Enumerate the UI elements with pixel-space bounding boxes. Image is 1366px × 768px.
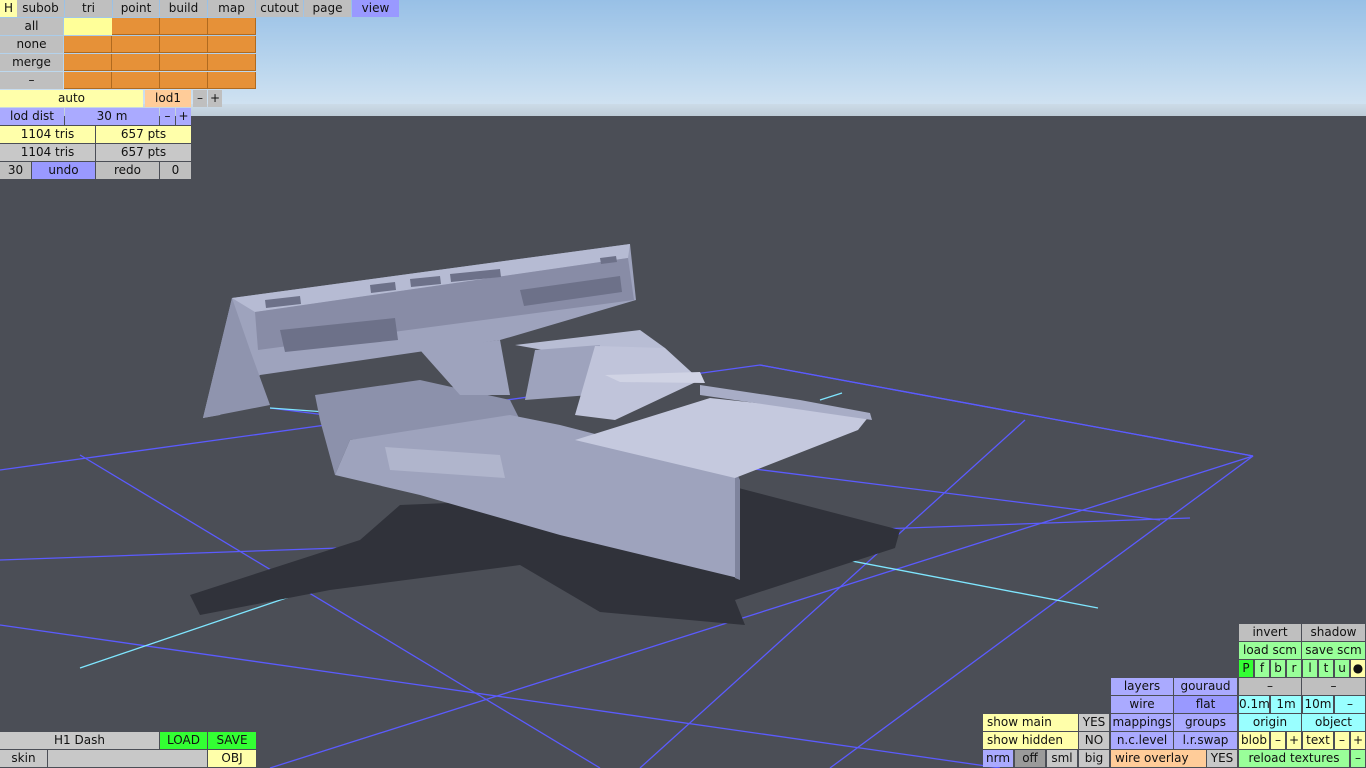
view-back-button[interactable]: b xyxy=(1271,660,1285,677)
view-under-button[interactable]: u xyxy=(1335,660,1349,677)
tab-cutout[interactable]: cutout xyxy=(256,0,303,17)
invert-button[interactable]: invert xyxy=(1239,624,1301,641)
object-button[interactable]: object xyxy=(1302,714,1365,731)
lod-dist-plus-button[interactable]: + xyxy=(176,108,191,125)
nc-level-button[interactable]: n.c.level xyxy=(1111,732,1173,749)
lod-minus-button[interactable]: – xyxy=(193,90,207,107)
tab-subob[interactable]: subob xyxy=(17,0,64,17)
subob-slot[interactable] xyxy=(112,54,160,71)
redo-button[interactable]: redo xyxy=(96,162,159,179)
lod-plus-button[interactable]: + xyxy=(208,90,222,107)
grid-minus-button[interactable]: – xyxy=(1335,696,1365,713)
point-count: 657 pts xyxy=(96,126,191,143)
groups-button[interactable]: groups xyxy=(1174,714,1237,731)
load-button[interactable]: LOAD xyxy=(160,732,207,749)
origin-button[interactable]: origin xyxy=(1239,714,1301,731)
normals-big-button[interactable]: big xyxy=(1079,750,1109,767)
text-plus-button[interactable]: + xyxy=(1351,732,1365,749)
tab-page[interactable]: page xyxy=(304,0,351,17)
show-main-toggle[interactable]: show main xyxy=(983,714,1078,731)
blob-minus-button[interactable]: – xyxy=(1271,732,1285,749)
normals-off-button[interactable]: off xyxy=(1015,750,1045,767)
subob-slot[interactable] xyxy=(208,72,256,89)
wire-overlay-value: YES xyxy=(1207,750,1237,767)
normals-small-button[interactable]: sml xyxy=(1047,750,1077,767)
show-main-value: YES xyxy=(1079,714,1109,731)
subob-slot[interactable] xyxy=(160,54,208,71)
wire-button[interactable]: wire xyxy=(1111,696,1173,713)
save-scm-button[interactable]: save scm xyxy=(1302,642,1365,659)
subob-slot[interactable] xyxy=(112,72,160,89)
skin-field[interactable] xyxy=(48,750,207,767)
show-hidden-toggle[interactable]: show hidden xyxy=(983,732,1078,749)
subob-slot[interactable] xyxy=(112,36,160,53)
view-right-button[interactable]: r xyxy=(1287,660,1301,677)
minus-button-left[interactable]: – xyxy=(1239,678,1301,695)
wire-overlay-toggle[interactable]: wire overlay xyxy=(1111,750,1206,767)
view-perspective-button[interactable]: P xyxy=(1239,660,1253,677)
file-name-field[interactable]: H1 Dash xyxy=(0,732,159,749)
minus-button[interactable]: – xyxy=(0,72,63,89)
gouraud-button[interactable]: gouraud xyxy=(1174,678,1237,695)
layers-button[interactable]: layers xyxy=(1111,678,1173,695)
subob-slot[interactable] xyxy=(160,18,208,35)
subob-slot[interactable] xyxy=(64,72,112,89)
blob-plus-button[interactable]: + xyxy=(1287,732,1301,749)
tab-tri[interactable]: tri xyxy=(65,0,112,17)
subob-slot[interactable] xyxy=(64,54,112,71)
shadow-button[interactable]: shadow xyxy=(1302,624,1365,641)
lod-level-button[interactable]: lod1 xyxy=(145,90,191,107)
lod-dist-label: lod dist xyxy=(0,108,64,125)
lod-dist-value[interactable]: 30 m xyxy=(65,108,159,125)
mappings-button[interactable]: mappings xyxy=(1111,714,1173,731)
subob-slot[interactable] xyxy=(208,54,256,71)
show-hidden-value: NO xyxy=(1079,732,1109,749)
subob-slot[interactable] xyxy=(160,36,208,53)
subob-slot[interactable] xyxy=(112,18,160,35)
point-count-total: 657 pts xyxy=(96,144,191,161)
blob-button[interactable]: blob xyxy=(1239,732,1269,749)
merge-button[interactable]: merge xyxy=(0,54,63,71)
lod-dist-minus-button[interactable]: – xyxy=(160,108,175,125)
subob-slot[interactable] xyxy=(64,36,112,53)
grid-1m-button[interactable]: 1m xyxy=(1271,696,1301,713)
subob-slot[interactable] xyxy=(160,72,208,89)
select-all-button[interactable]: all xyxy=(0,18,63,35)
minus-button-right[interactable]: – xyxy=(1302,678,1365,695)
tri-count-total: 1104 tris xyxy=(0,144,95,161)
view-top-button[interactable]: t xyxy=(1319,660,1333,677)
subob-slot[interactable] xyxy=(208,18,256,35)
tab-build[interactable]: build xyxy=(160,0,207,17)
flat-button[interactable]: flat xyxy=(1174,696,1237,713)
tab-view[interactable]: view xyxy=(352,0,399,17)
view-left-button[interactable]: l xyxy=(1303,660,1317,677)
grid-10m-button[interactable]: 10m xyxy=(1303,696,1333,713)
tab-point[interactable]: point xyxy=(113,0,159,17)
tri-count: 1104 tris xyxy=(0,126,95,143)
viewport-3d[interactable] xyxy=(0,0,1366,768)
redo-count: 0 xyxy=(160,162,191,179)
tab-h[interactable]: H xyxy=(0,0,17,17)
select-none-button[interactable]: none xyxy=(0,36,63,53)
text-button[interactable]: text xyxy=(1303,732,1333,749)
save-button[interactable]: SAVE xyxy=(208,732,256,749)
load-scm-button[interactable]: load scm xyxy=(1239,642,1301,659)
undo-button[interactable]: undo xyxy=(32,162,95,179)
lod-auto-button[interactable]: auto xyxy=(0,90,143,107)
undo-count: 30 xyxy=(0,162,31,179)
subob-slot[interactable] xyxy=(208,36,256,53)
lr-swap-button[interactable]: l.r.swap xyxy=(1174,732,1237,749)
text-minus-button[interactable]: – xyxy=(1335,732,1349,749)
grid-0-1m-button[interactable]: 0.1m xyxy=(1239,696,1269,713)
view-front-button[interactable]: f xyxy=(1255,660,1269,677)
tab-map[interactable]: map xyxy=(208,0,255,17)
reload-minus-button[interactable]: – xyxy=(1351,750,1365,767)
subob-slot[interactable] xyxy=(64,18,112,35)
reload-textures-button[interactable]: reload textures xyxy=(1239,750,1349,767)
obj-button[interactable]: OBJ xyxy=(208,750,256,767)
view-dot-button[interactable]: ● xyxy=(1351,660,1365,677)
skin-label[interactable]: skin xyxy=(0,750,47,767)
normals-button[interactable]: nrm xyxy=(983,750,1013,767)
